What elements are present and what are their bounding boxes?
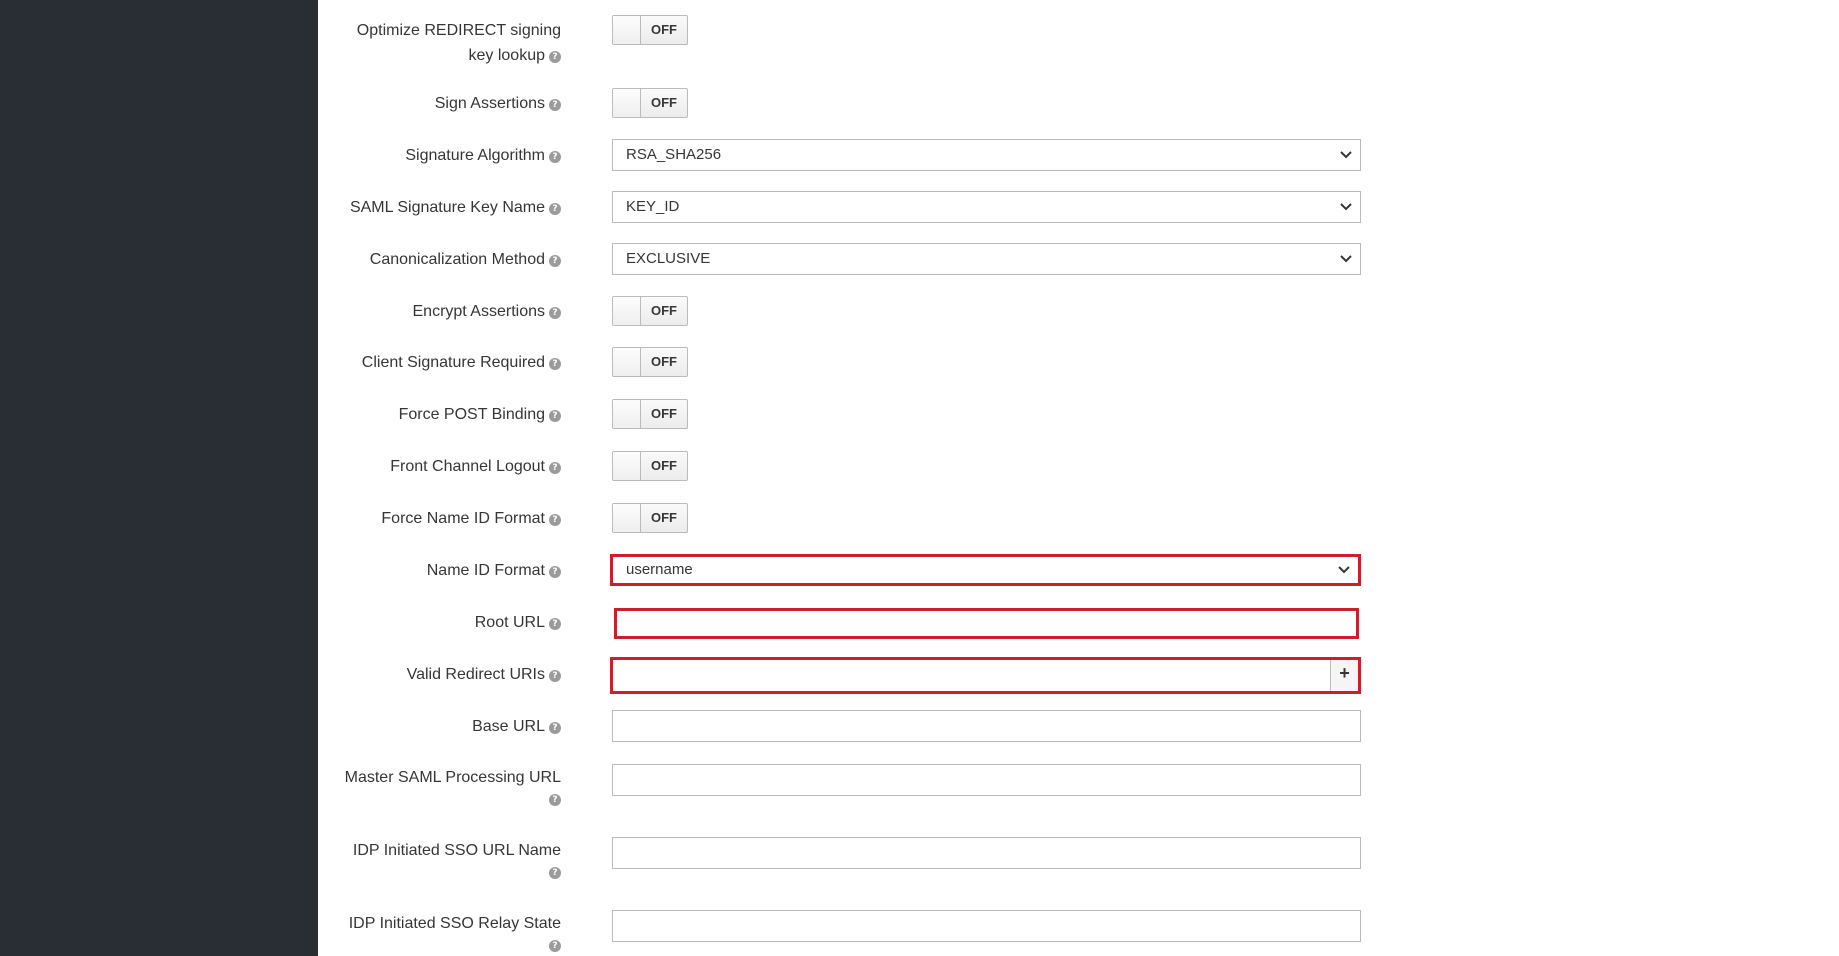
master-saml-processing-url-input[interactable] <box>612 764 1361 796</box>
chevron-down-icon <box>1340 140 1352 159</box>
help-icon[interactable]: ? <box>549 514 561 526</box>
signature-algorithm-select[interactable]: RSA_SHA256 <box>612 139 1361 171</box>
label-text: Canonicalization Method <box>369 251 545 268</box>
label-text: Front Channel Logout <box>390 458 545 475</box>
help-icon[interactable]: ? <box>549 151 561 163</box>
help-icon[interactable]: ? <box>549 307 561 319</box>
field-label: Name ID Format? <box>321 558 561 583</box>
label-text: Base URL <box>472 718 545 735</box>
saml-signature-key-name-select[interactable]: KEY_ID <box>612 191 1361 223</box>
field-label: Force Name ID Format? <box>321 506 561 531</box>
toggle-state: OFF <box>651 303 677 318</box>
help-icon[interactable]: ? <box>549 255 561 267</box>
help-icon[interactable]: ? <box>549 203 561 215</box>
help-icon[interactable]: ? <box>549 99 561 111</box>
label-text: Optimize REDIRECT signing <box>356 22 561 39</box>
field-label: Front Channel Logout? <box>321 454 561 479</box>
help-icon[interactable]: ? <box>549 618 561 630</box>
optimize-redirect-toggle[interactable]: OFF <box>612 15 688 45</box>
field-label: Client Signature Required? <box>321 350 561 375</box>
force-name-id-format-toggle[interactable]: OFF <box>612 503 688 533</box>
toggle-knob <box>613 16 641 44</box>
select-value: RSA_SHA256 <box>626 146 722 163</box>
label-text: Name ID Format <box>426 562 545 579</box>
label-text: Valid Redirect URIs <box>406 666 545 683</box>
label-text: IDP Initiated SSO URL Name <box>352 842 561 859</box>
toggle-knob <box>613 452 641 480</box>
field-label: Encrypt Assertions? <box>321 299 561 324</box>
base-url-input[interactable] <box>612 710 1361 742</box>
help-icon[interactable]: ? <box>549 794 561 806</box>
field-label: Canonicalization Method? <box>321 247 561 272</box>
field-label: SAML Signature Key Name? <box>321 195 561 220</box>
toggle-state: OFF <box>651 22 677 37</box>
field-label: Force POST Binding? <box>321 402 561 427</box>
toggle-state: OFF <box>651 458 677 473</box>
encrypt-assertions-toggle[interactable]: OFF <box>612 296 688 326</box>
idp-initiated-sso-url-name-input[interactable] <box>612 837 1361 869</box>
select-value: EXCLUSIVE <box>626 250 711 267</box>
add-redirect-uri-button[interactable]: + <box>1330 660 1358 691</box>
field-label: Optimize REDIRECT signing key lookup? <box>321 18 561 68</box>
toggle-knob <box>613 348 641 376</box>
client-signature-required-toggle[interactable]: OFF <box>612 347 688 377</box>
label-text: Master SAML Processing URL <box>344 769 561 786</box>
help-icon[interactable]: ? <box>549 670 561 682</box>
label-text: IDP Initiated SSO Relay State <box>348 915 561 932</box>
front-channel-logout-toggle[interactable]: OFF <box>612 451 688 481</box>
name-id-format-select[interactable]: username <box>610 554 1361 586</box>
root-url-input[interactable] <box>614 608 1359 639</box>
toggle-state: OFF <box>651 354 677 369</box>
select-value: username <box>626 561 693 578</box>
toggle-state: OFF <box>651 406 677 421</box>
chevron-down-icon <box>1340 192 1352 211</box>
help-icon[interactable]: ? <box>549 566 561 578</box>
label-text: key lookup <box>468 47 546 64</box>
help-icon[interactable]: ? <box>549 51 561 63</box>
label-text: Client Signature Required <box>361 354 545 371</box>
field-label: Sign Assertions? <box>321 91 561 116</box>
label-text: Root URL <box>474 614 545 631</box>
toggle-state: OFF <box>651 510 677 525</box>
field-label: Valid Redirect URIs? <box>321 662 561 687</box>
toggle-knob <box>613 297 641 325</box>
label-text: SAML Signature Key Name <box>349 199 545 216</box>
field-label: Root URL? <box>321 610 561 635</box>
help-icon[interactable]: ? <box>549 867 561 879</box>
label-text: Sign Assertions <box>434 95 545 112</box>
help-icon[interactable]: ? <box>549 358 561 370</box>
canonicalization-method-select[interactable]: EXCLUSIVE <box>612 243 1361 275</box>
help-icon[interactable]: ? <box>549 940 561 952</box>
idp-initiated-sso-relay-state-input[interactable] <box>612 910 1361 942</box>
help-icon[interactable]: ? <box>549 722 561 734</box>
label-text: Signature Algorithm <box>405 147 545 164</box>
toggle-knob <box>613 504 641 532</box>
toggle-knob <box>613 89 641 117</box>
field-label: IDP Initiated SSO Relay State ? <box>321 911 561 952</box>
field-label: IDP Initiated SSO URL Name ? <box>321 838 561 879</box>
label-text: Encrypt Assertions <box>412 303 546 320</box>
chevron-down-icon <box>1340 244 1352 263</box>
sign-assertions-toggle[interactable]: OFF <box>612 88 688 118</box>
sidebar <box>0 0 318 956</box>
select-value: KEY_ID <box>626 198 680 215</box>
field-label: Base URL? <box>321 714 561 739</box>
toggle-knob <box>613 400 641 428</box>
valid-redirect-uris-input[interactable]: + <box>610 657 1361 694</box>
force-post-binding-toggle[interactable]: OFF <box>612 399 688 429</box>
field-label: Master SAML Processing URL ? <box>321 765 561 806</box>
chevron-down-icon <box>1338 557 1350 574</box>
toggle-state: OFF <box>651 95 677 110</box>
label-text: Force POST Binding <box>398 406 545 423</box>
help-icon[interactable]: ? <box>549 410 561 422</box>
field-label: Signature Algorithm? <box>321 143 561 168</box>
label-text: Force Name ID Format <box>381 510 545 527</box>
help-icon[interactable]: ? <box>549 462 561 474</box>
plus-icon: + <box>1339 663 1350 683</box>
